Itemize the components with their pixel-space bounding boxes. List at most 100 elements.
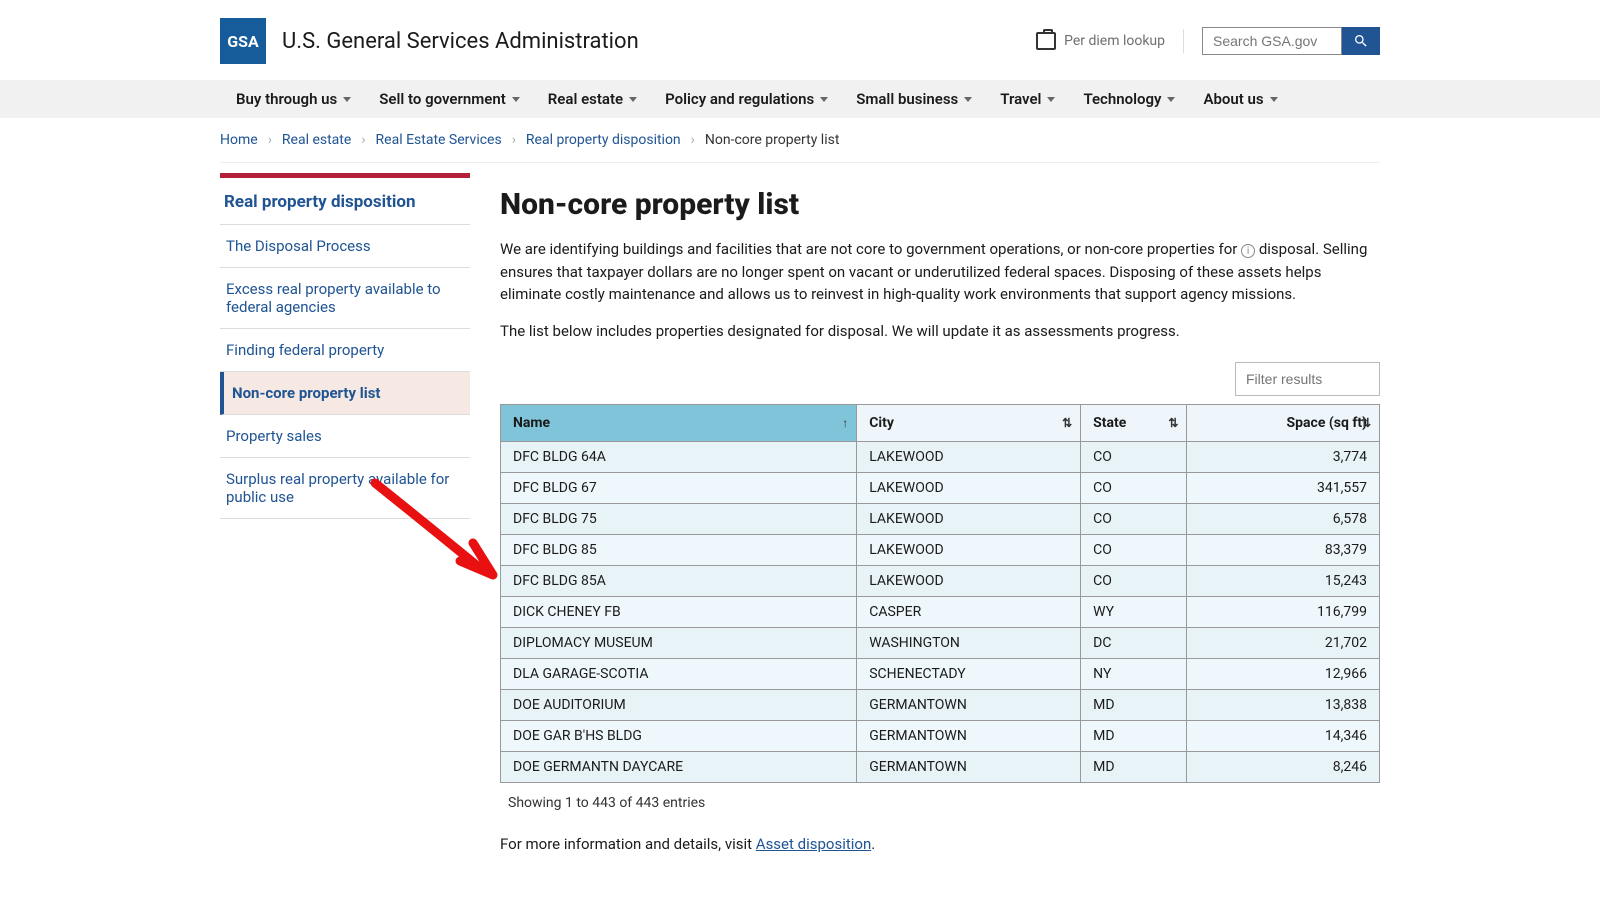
nav-item[interactable]: Travel: [1000, 90, 1055, 108]
intro-paragraph-2: The list below includes properties desig…: [500, 320, 1380, 343]
search-button[interactable]: [1342, 27, 1380, 55]
chevron-down-icon: [1270, 97, 1278, 102]
cell-name: DFC BLDG 75: [501, 504, 857, 535]
table-row: DFC BLDG 85ALAKEWOODCO15,243: [501, 566, 1380, 597]
cell-city: LAKEWOOD: [857, 566, 1081, 597]
cell-city: LAKEWOOD: [857, 442, 1081, 473]
cell-state: MD: [1081, 690, 1187, 721]
sidebar-item[interactable]: Non-core property list: [220, 372, 470, 415]
cell-name: DOE GAR B'HS BLDG: [501, 721, 857, 752]
table-row: DFC BLDG 85LAKEWOODCO83,379: [501, 535, 1380, 566]
cell-space: 83,379: [1187, 535, 1380, 566]
cell-state: CO: [1081, 566, 1187, 597]
sidebar-item[interactable]: The Disposal Process: [220, 225, 470, 268]
chevron-down-icon: [629, 97, 637, 102]
chevron-down-icon: [1047, 97, 1055, 102]
sidebar-item[interactable]: Surplus real property available for publ…: [220, 458, 470, 519]
chevron-down-icon: [964, 97, 972, 102]
sidebar: Real property disposition The Disposal P…: [220, 173, 470, 873]
breadcrumb-link[interactable]: Real estate: [282, 132, 351, 148]
search-input[interactable]: [1202, 27, 1342, 55]
cell-space: 341,557: [1187, 473, 1380, 504]
column-header[interactable]: Space (sq ft)⇅: [1187, 405, 1380, 442]
chevron-down-icon: [820, 97, 828, 102]
property-table: Name↑City⇅State⇅Space (sq ft)⇅ DFC BLDG …: [500, 404, 1380, 783]
breadcrumb-link[interactable]: Real property disposition: [526, 132, 681, 148]
cell-state: MD: [1081, 752, 1187, 783]
cell-name: DFC BLDG 85A: [501, 566, 857, 597]
cell-state: NY: [1081, 659, 1187, 690]
nav-item[interactable]: Real estate: [548, 90, 637, 108]
info-icon[interactable]: i: [1241, 244, 1255, 258]
page-title: Non-core property list: [500, 187, 1380, 222]
table-row: DFC BLDG 75LAKEWOODCO6,578: [501, 504, 1380, 535]
cell-name: DOE AUDITORIUM: [501, 690, 857, 721]
divider: [1183, 29, 1184, 53]
cell-state: DC: [1081, 628, 1187, 659]
table-row: DFC BLDG 67LAKEWOODCO341,557: [501, 473, 1380, 504]
cell-city: WASHINGTON: [857, 628, 1081, 659]
nav-item[interactable]: Sell to government: [379, 90, 520, 108]
primary-nav: Buy through us Sell to government Real est…: [0, 80, 1600, 118]
nav-item[interactable]: About us: [1203, 90, 1277, 108]
sort-icon: ⇅: [1062, 416, 1072, 430]
cell-space: 12,966: [1187, 659, 1380, 690]
cell-city: LAKEWOOD: [857, 473, 1081, 504]
cell-space: 13,838: [1187, 690, 1380, 721]
site-search: [1202, 27, 1380, 55]
intro-paragraph-1: We are identifying buildings and facilit…: [500, 238, 1380, 306]
breadcrumb-link[interactable]: Real Estate Services: [376, 132, 502, 148]
per-diem-lookup-link[interactable]: Per diem lookup: [1036, 32, 1165, 50]
table-row: DOE GERMANTN DAYCAREGERMANTOWNMD8,246: [501, 752, 1380, 783]
cell-state: CO: [1081, 504, 1187, 535]
main-content: Non-core property list We are identifyin…: [500, 173, 1380, 873]
cell-state: WY: [1081, 597, 1187, 628]
briefcase-icon: [1036, 32, 1056, 50]
cell-city: GERMANTOWN: [857, 721, 1081, 752]
nav-item[interactable]: Buy through us: [236, 90, 351, 108]
search-icon: [1353, 33, 1369, 49]
nav-item[interactable]: Small business: [856, 90, 972, 108]
cell-name: DFC BLDG 64A: [501, 442, 857, 473]
cell-space: 14,346: [1187, 721, 1380, 752]
sort-icon: ⇅: [1361, 416, 1371, 430]
filter-input[interactable]: [1235, 362, 1380, 396]
cell-name: DICK CHENEY FB: [501, 597, 857, 628]
sidebar-item[interactable]: Property sales: [220, 415, 470, 458]
footer-paragraph: For more information and details, visit …: [500, 835, 1380, 853]
sort-asc-icon: ↑: [842, 416, 848, 430]
cell-space: 6,578: [1187, 504, 1380, 535]
cell-name: DLA GARAGE-SCOTIA: [501, 659, 857, 690]
cell-city: LAKEWOOD: [857, 504, 1081, 535]
chevron-down-icon: [343, 97, 351, 102]
column-header[interactable]: Name↑: [501, 405, 857, 442]
sidebar-item[interactable]: Excess real property available to federa…: [220, 268, 470, 329]
nav-item[interactable]: Policy and regulations: [665, 90, 828, 108]
table-showing-text: Showing 1 to 443 of 443 entries: [508, 795, 1380, 811]
sidebar-item[interactable]: Finding federal property: [220, 329, 470, 372]
nav-item[interactable]: Technology: [1083, 90, 1175, 108]
table-row: DOE AUDITORIUMGERMANTOWNMD13,838: [501, 690, 1380, 721]
column-header[interactable]: State⇅: [1081, 405, 1187, 442]
table-row: DLA GARAGE-SCOTIASCHENECTADYNY12,966: [501, 659, 1380, 690]
cell-space: 15,243: [1187, 566, 1380, 597]
cell-name: DIPLOMACY MUSEUM: [501, 628, 857, 659]
breadcrumb-separator: ›: [691, 132, 695, 148]
column-header[interactable]: City⇅: [857, 405, 1081, 442]
table-row: DOE GAR B'HS BLDGGERMANTOWNMD14,346: [501, 721, 1380, 752]
cell-city: LAKEWOOD: [857, 535, 1081, 566]
breadcrumb: Home›Real estate›Real Estate Services›Re…: [220, 118, 1380, 163]
table-row: DIPLOMACY MUSEUMWASHINGTONDC21,702: [501, 628, 1380, 659]
cell-city: CASPER: [857, 597, 1081, 628]
breadcrumb-current: Non-core property list: [705, 132, 840, 148]
cell-space: 116,799: [1187, 597, 1380, 628]
sidebar-title[interactable]: Real property disposition: [220, 178, 470, 225]
cell-state: CO: [1081, 473, 1187, 504]
sort-icon: ⇅: [1168, 416, 1178, 430]
cell-name: DFC BLDG 85: [501, 535, 857, 566]
breadcrumb-link[interactable]: Home: [220, 132, 258, 148]
asset-disposition-link[interactable]: Asset disposition: [756, 835, 871, 853]
gsa-logo[interactable]: GSA: [220, 18, 266, 64]
breadcrumb-separator: ›: [512, 132, 516, 148]
cell-city: GERMANTOWN: [857, 690, 1081, 721]
